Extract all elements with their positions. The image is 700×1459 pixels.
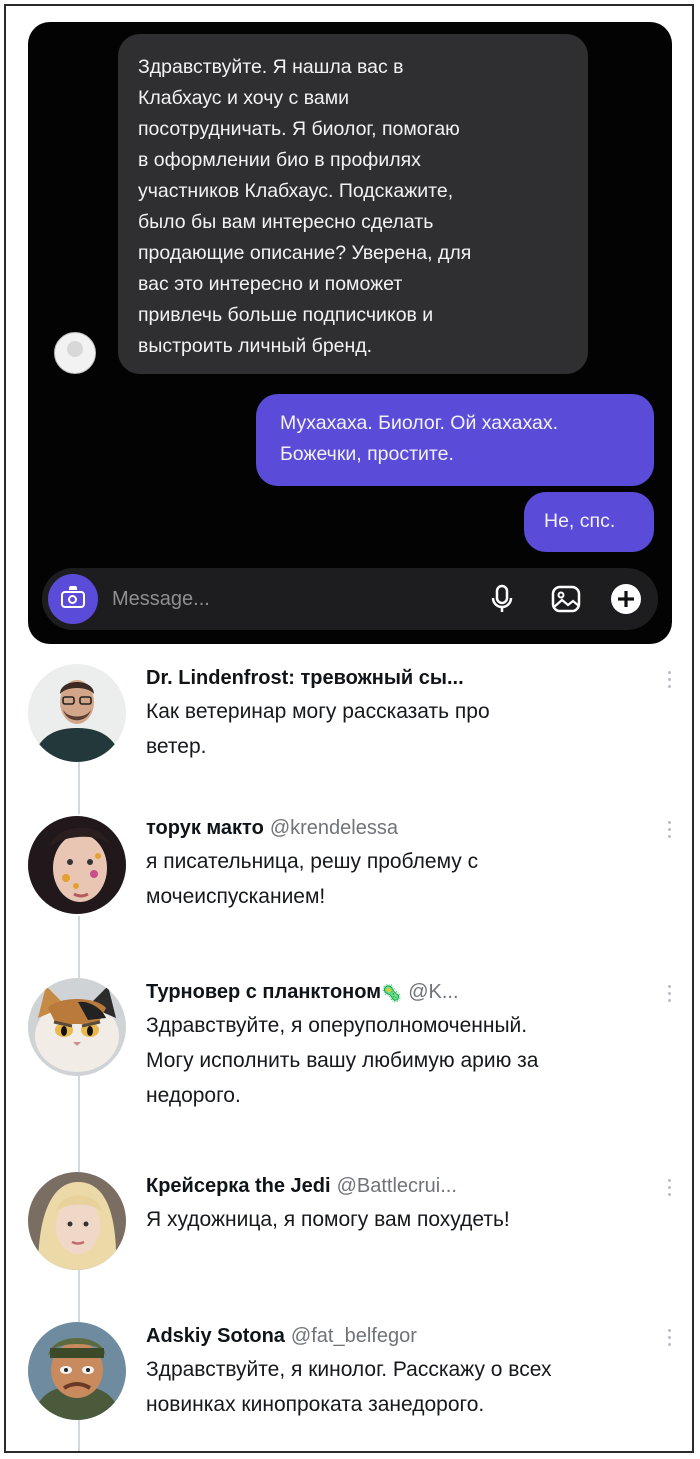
more-options-icon[interactable]: [662, 1326, 676, 1352]
outgoing-message: Не, спс.: [524, 492, 654, 552]
message-composer: [42, 568, 658, 630]
tweet-header: Турновер с планктоном🦠 @K...: [146, 978, 646, 1008]
more-options-icon[interactable]: [662, 1176, 676, 1202]
message-input[interactable]: [112, 582, 432, 616]
avatar[interactable]: [28, 1322, 126, 1420]
avatar[interactable]: [28, 816, 126, 914]
tweet-header: торук макто @krendelessa: [146, 814, 646, 842]
tweet-text: Как ветеринар могу рассказать про ветер.: [146, 700, 490, 758]
author-name[interactable]: торук макто: [146, 817, 264, 839]
tweet-header: Крейсерка the Jedi @Battlecrui...: [146, 1172, 646, 1200]
author-name[interactable]: Dr. Lindenfrost: тревожный сы...: [146, 667, 464, 689]
author-handle[interactable]: @Battlecrui...: [337, 1175, 457, 1197]
thread-connector: [78, 762, 80, 814]
plus-icon[interactable]: [610, 583, 642, 615]
gallery-icon[interactable]: [550, 583, 582, 615]
camera-button[interactable]: [48, 574, 98, 624]
microphone-icon[interactable]: [486, 583, 518, 615]
avatar[interactable]: [28, 1172, 126, 1270]
camera-icon: [61, 586, 85, 608]
author-handle[interactable]: @krendelessa: [270, 817, 398, 839]
screenshot-frame: Здравствуйте. Я нашла вас в Клабхаус и х…: [4, 4, 694, 1453]
tweet-text: Я художница, я помогу вам похудеть!: [146, 1208, 510, 1231]
tweet-header: Dr. Lindenfrost: тревожный сы...: [146, 664, 646, 692]
incoming-message: Здравствуйте. Я нашла вас в Клабхаус и х…: [118, 34, 588, 374]
author-name[interactable]: Adskiy Sotona: [146, 1325, 285, 1347]
tweet-text: я писательница, решу проблему с мочеиспу…: [146, 850, 479, 908]
thread-connector: [78, 1420, 80, 1451]
tweet-text: Здравствуйте, я кинолог. Расскажу о всех…: [146, 1358, 552, 1416]
author-name[interactable]: Турновер с планктоном: [146, 981, 381, 1003]
author-handle[interactable]: @fat_belfegor: [291, 1325, 417, 1347]
avatar[interactable]: [28, 978, 126, 1076]
more-options-icon[interactable]: [662, 818, 676, 844]
more-options-icon[interactable]: [662, 668, 676, 694]
chat-screenshot: Здравствуйте. Я нашла вас в Клабхаус и х…: [28, 22, 672, 644]
avatar[interactable]: [28, 664, 126, 762]
sender-avatar[interactable]: [54, 332, 96, 374]
tweet-text: Здравствуйте, я оперуполномоченный. Могу…: [146, 1014, 539, 1107]
author-handle[interactable]: @K...: [408, 981, 458, 1003]
thread-connector: [78, 1076, 80, 1172]
outgoing-message: Мухахаха. Биолог. Ой хахахах. Божечки, п…: [256, 394, 654, 486]
tweet-header: Adskiy Sotona @fat_belfegor: [146, 1322, 646, 1350]
more-options-icon[interactable]: [662, 982, 676, 1008]
emoji-icon: 🦠: [381, 984, 403, 1003]
thread-connector: [78, 1270, 80, 1322]
author-name[interactable]: Крейсерка the Jedi: [146, 1175, 331, 1197]
thread-connector: [78, 916, 80, 978]
